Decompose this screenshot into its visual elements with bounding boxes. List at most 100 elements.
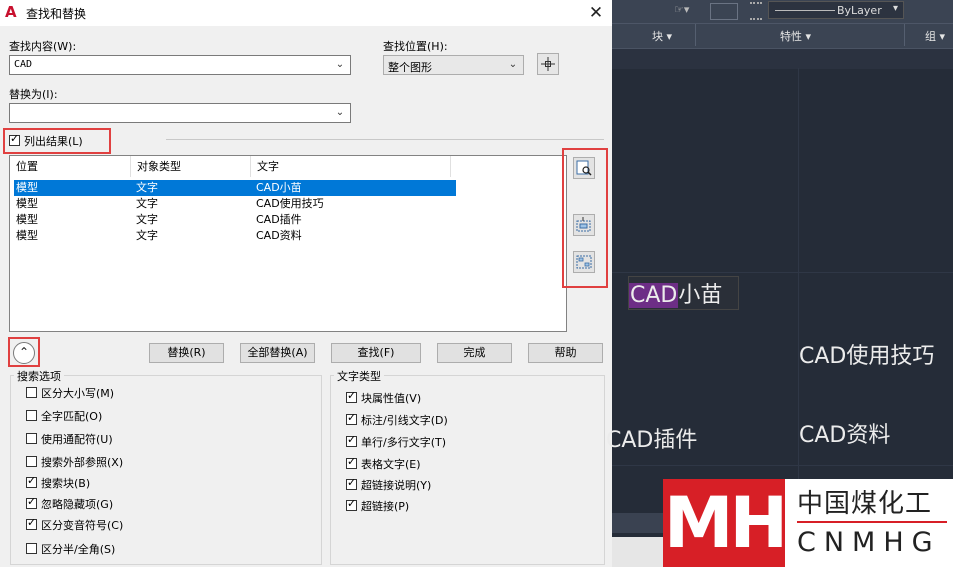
row-text: CAD插件 (256, 213, 302, 226)
chevron-down-icon[interactable]: ⌄ (334, 105, 346, 121)
find-what-label: 查找内容(W): (9, 40, 77, 53)
dimension-leader-checkbox[interactable]: ✓ (346, 411, 357, 425)
search-xrefs-checkbox[interactable] (26, 456, 37, 467)
block-attribute-label: 块属性值(V) (361, 392, 422, 405)
help-button[interactable]: 帮助 (528, 343, 603, 363)
table-row[interactable]: 模型 文字 CAD使用技巧 (14, 196, 456, 212)
title-bar: A 查找和替换 ✕ (0, 0, 612, 26)
divider (166, 139, 604, 140)
create-selection-set-all-icon (576, 255, 592, 269)
done-button[interactable]: 完成 (437, 343, 512, 363)
search-blocks-checkbox[interactable]: ✓ (26, 474, 37, 488)
column-header-text[interactable]: 文字 (251, 156, 451, 177)
file-tab-strip (612, 48, 953, 69)
dialog-title: 查找和替换 (26, 7, 87, 21)
text-types-title: 文字类型 (334, 368, 384, 384)
find-where-select[interactable]: 整个图形 ⌄ (383, 55, 524, 75)
hyperlink-description-checkbox[interactable]: ✓ (346, 476, 357, 490)
hyperlink-checkbox[interactable]: ✓ (346, 497, 357, 511)
row-location: 模型 (16, 229, 38, 242)
ignore-hidden-label: 忽略隐藏项(G) (41, 498, 114, 511)
linetype-icon (750, 2, 762, 20)
row-location: 模型 (16, 181, 38, 194)
logo-chinese-text: 中国煤化工 (797, 489, 933, 519)
single-multiline-text-checkbox[interactable]: ✓ (346, 433, 357, 447)
row-object-type: 文字 (136, 213, 158, 226)
replace-button[interactable]: 替换(R) (149, 343, 224, 363)
find-what-combo[interactable]: CAD ⌄ (9, 55, 351, 75)
check-icon: ✓ (10, 132, 20, 145)
match-case-checkbox[interactable] (26, 387, 37, 398)
panel-properties-label[interactable]: 特性 ▾ (780, 28, 811, 44)
row-object-type: 文字 (136, 181, 158, 194)
panel-group-label[interactable]: 组 ▾ (925, 28, 945, 44)
find-where-value: 整个图形 (388, 61, 432, 74)
match-diacritics-checkbox[interactable]: ✓ (26, 516, 37, 530)
wildcards-label: 使用通配符(U) (41, 433, 113, 446)
find-button[interactable]: 查找(F) (331, 343, 421, 363)
match-half-full-width-checkbox[interactable] (26, 543, 37, 554)
replace-all-button[interactable]: 全部替换(A) (240, 343, 315, 363)
column-header-location[interactable]: 位置 (10, 156, 131, 177)
table-row[interactable]: 模型 文字 CAD插件 (14, 212, 456, 228)
table-text-checkbox[interactable]: ✓ (346, 455, 357, 469)
grid-line (612, 465, 953, 466)
column-header-object-type[interactable]: 对象类型 (131, 156, 251, 177)
list-results-checkbox[interactable]: ✓ (9, 132, 20, 146)
row-object-type: 文字 (136, 197, 158, 210)
panel-divider (695, 24, 696, 46)
check-icon: ✓ (27, 516, 37, 529)
logo-divider (797, 521, 947, 523)
row-location: 模型 (16, 197, 38, 210)
create-selection-set-all-button[interactable] (573, 251, 595, 273)
row-text: CAD小苗 (256, 181, 302, 194)
results-list[interactable]: 位置 对象类型 文字 模型 文字 CAD小苗 模型 文字 CAD使用技巧 模型 … (9, 155, 567, 332)
whole-word-checkbox[interactable] (26, 410, 37, 421)
check-icon: ✓ (347, 455, 357, 468)
cad-text-object[interactable]: CAD插件 (606, 422, 697, 454)
autocad-app-icon: A (5, 3, 17, 21)
zoom-to-selected-button[interactable] (573, 157, 595, 179)
linetype-select[interactable]: ByLayer ▾ (768, 1, 904, 19)
logo-english-text: CNMHG (797, 527, 941, 558)
ignore-hidden-checkbox[interactable]: ✓ (26, 495, 37, 509)
text-highlight: CAD (629, 283, 679, 308)
select-objects-button[interactable] (537, 53, 559, 75)
selected-text-box[interactable]: CAD小苗 (628, 276, 739, 310)
hyperlink-label: 超链接(P) (361, 500, 410, 513)
hyperlink-description-label: 超链接说明(Y) (361, 479, 432, 492)
chevron-down-icon[interactable]: ⌄ (507, 57, 519, 73)
close-icon[interactable]: ✕ (583, 1, 609, 25)
logo-mark: MH (663, 479, 788, 567)
search-blocks-label: 搜索块(B) (41, 477, 91, 490)
block-attribute-checkbox[interactable]: ✓ (346, 389, 357, 403)
panel-block-label[interactable]: 块 ▾ (652, 28, 672, 44)
find-replace-dialog: A 查找和替换 ✕ 查找内容(W): CAD ⌄ 查找位置(H): 整个图形 ⌄… (0, 0, 612, 567)
check-icon: ✓ (347, 476, 357, 489)
match-properties-icon[interactable] (710, 3, 738, 20)
wildcards-checkbox[interactable] (26, 433, 37, 444)
find-where-label: 查找位置(H): (383, 40, 448, 53)
watermark-logo: MH 中国煤化工 CNMHG (663, 479, 953, 567)
table-row-selected[interactable]: 模型 文字 CAD小苗 (14, 180, 456, 196)
row-text: CAD使用技巧 (256, 197, 324, 210)
cad-text-object[interactable]: CAD使用技巧 (799, 338, 934, 370)
check-icon: ✓ (347, 389, 357, 402)
collapse-options-button[interactable]: ⌃ (13, 342, 35, 364)
cad-text-object[interactable]: CAD资料 (799, 417, 890, 449)
table-text-label: 表格文字(E) (361, 458, 421, 471)
table-row[interactable]: 模型 文字 CAD资料 (14, 228, 456, 244)
ribbon-tool-icon[interactable]: ☞▾ (674, 3, 689, 16)
chevron-down-icon[interactable]: ⌄ (334, 57, 346, 73)
check-icon: ✓ (27, 474, 37, 487)
replace-with-combo[interactable]: ⌄ (9, 103, 351, 123)
grid-line (612, 272, 953, 273)
chevron-down-icon[interactable]: ▾ (893, 3, 898, 14)
ribbon-divider (612, 23, 953, 24)
match-diacritics-label: 区分变音符号(C) (41, 519, 124, 532)
match-case-label: 区分大小写(M) (41, 387, 115, 400)
chevron-up-icon: ⌃ (18, 345, 30, 359)
row-object-type: 文字 (136, 229, 158, 242)
check-icon: ✓ (347, 411, 357, 424)
create-selection-set-button[interactable] (573, 214, 595, 236)
